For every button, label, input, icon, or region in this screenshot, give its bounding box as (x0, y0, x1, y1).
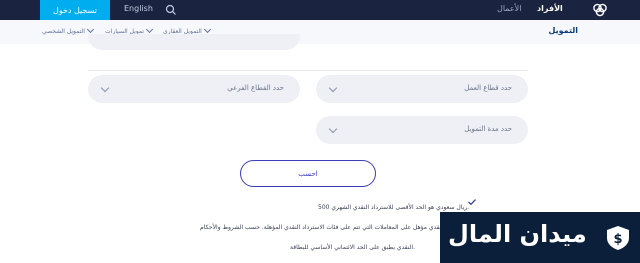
search-icon[interactable] (165, 4, 177, 16)
chevron-down-icon (328, 83, 338, 93)
brand-logo[interactable] (592, 3, 608, 17)
note-cashback-cap: 500 ريال سعودي هو الحد الأقصى للاسترداد … (318, 204, 470, 211)
calculate-button[interactable]: احسب (240, 160, 376, 187)
subnav-title[interactable]: التمويل (548, 26, 578, 35)
svg-text:$: $ (613, 232, 622, 247)
top-bar: تسجيل دخول English الأعمال الأفراد (0, 0, 640, 20)
chevron-down-icon (100, 83, 110, 93)
previous-field[interactable] (88, 34, 300, 50)
language-switch[interactable]: English (124, 4, 153, 13)
nav-business[interactable]: الأعمال (497, 4, 521, 13)
term-select-label: حدد مدة التمويل (464, 125, 512, 133)
chevron-down-icon (203, 25, 211, 34)
note-credit-limit: النقدي يطبق على الحد الائتماني الأساسي ل… (290, 244, 416, 251)
sector-select-label: حدد قطاع العمل (464, 84, 512, 92)
sector-select[interactable]: حدد قطاع العمل (316, 75, 528, 103)
subsector-select-label: حدد القطاع الفرعي (227, 84, 284, 92)
subsector-select[interactable]: حدد القطاع الفرعي (88, 75, 300, 103)
nav-individuals[interactable]: الأفراد (537, 4, 563, 13)
login-button[interactable]: تسجيل دخول (40, 0, 110, 20)
chevron-down-icon (86, 25, 94, 34)
subnav-item-personal[interactable]: التمويل الشخصي (42, 25, 94, 35)
divider (88, 70, 528, 71)
shield-dollar-icon: $ (607, 226, 629, 250)
chevron-down-icon (146, 25, 154, 34)
subnav-item-label: التمويل الشخصي (42, 28, 85, 35)
note-eligible-transactions: النقدي مؤهل على المعاملات التي تتم على ف… (200, 224, 446, 231)
term-select[interactable]: حدد مدة التمويل (316, 116, 528, 144)
watermark-text: ميدان المال (448, 220, 587, 248)
chevron-down-icon (328, 124, 338, 134)
check-icon (468, 199, 476, 205)
watermark: ميدان المال $ (440, 212, 640, 263)
